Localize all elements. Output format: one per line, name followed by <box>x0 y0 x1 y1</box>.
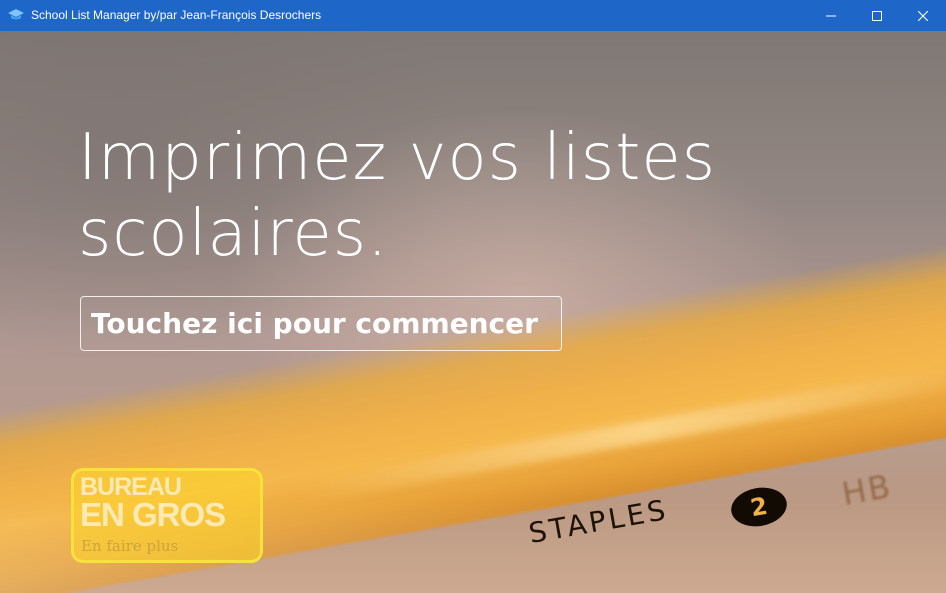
splash-content[interactable]: STAPLES 2 HB Imprimez vos listes scolair… <box>0 31 946 593</box>
app-window: School List Manager by/par Jean-François… <box>0 0 946 593</box>
close-icon <box>918 10 928 21</box>
start-button-label: Touchez ici pour commencer <box>91 307 538 340</box>
bureau-en-gros-logo: BUREAU EN GROS En faire plus <box>71 468 263 563</box>
minimize-button[interactable] <box>808 0 854 31</box>
logo-line-2: EN GROS <box>80 496 226 533</box>
window-title: School List Manager by/par Jean-François… <box>31 8 322 22</box>
minimize-icon <box>826 15 836 16</box>
start-button[interactable]: Touchez ici pour commencer <box>80 296 562 351</box>
close-button[interactable] <box>900 0 946 31</box>
graduation-cap-icon <box>8 9 24 20</box>
page-headline: Imprimez vos listes scolaires. <box>78 120 778 272</box>
title-bar[interactable]: School List Manager by/par Jean-François… <box>0 0 946 31</box>
maximize-icon <box>872 10 882 21</box>
maximize-button[interactable] <box>854 0 900 31</box>
logo-tagline: En faire plus <box>81 537 179 555</box>
pencil-number-text: 2 <box>748 491 770 523</box>
headline-line-1: Imprimez vos listes <box>78 121 717 195</box>
headline-line-2: scolaires. <box>78 197 389 271</box>
